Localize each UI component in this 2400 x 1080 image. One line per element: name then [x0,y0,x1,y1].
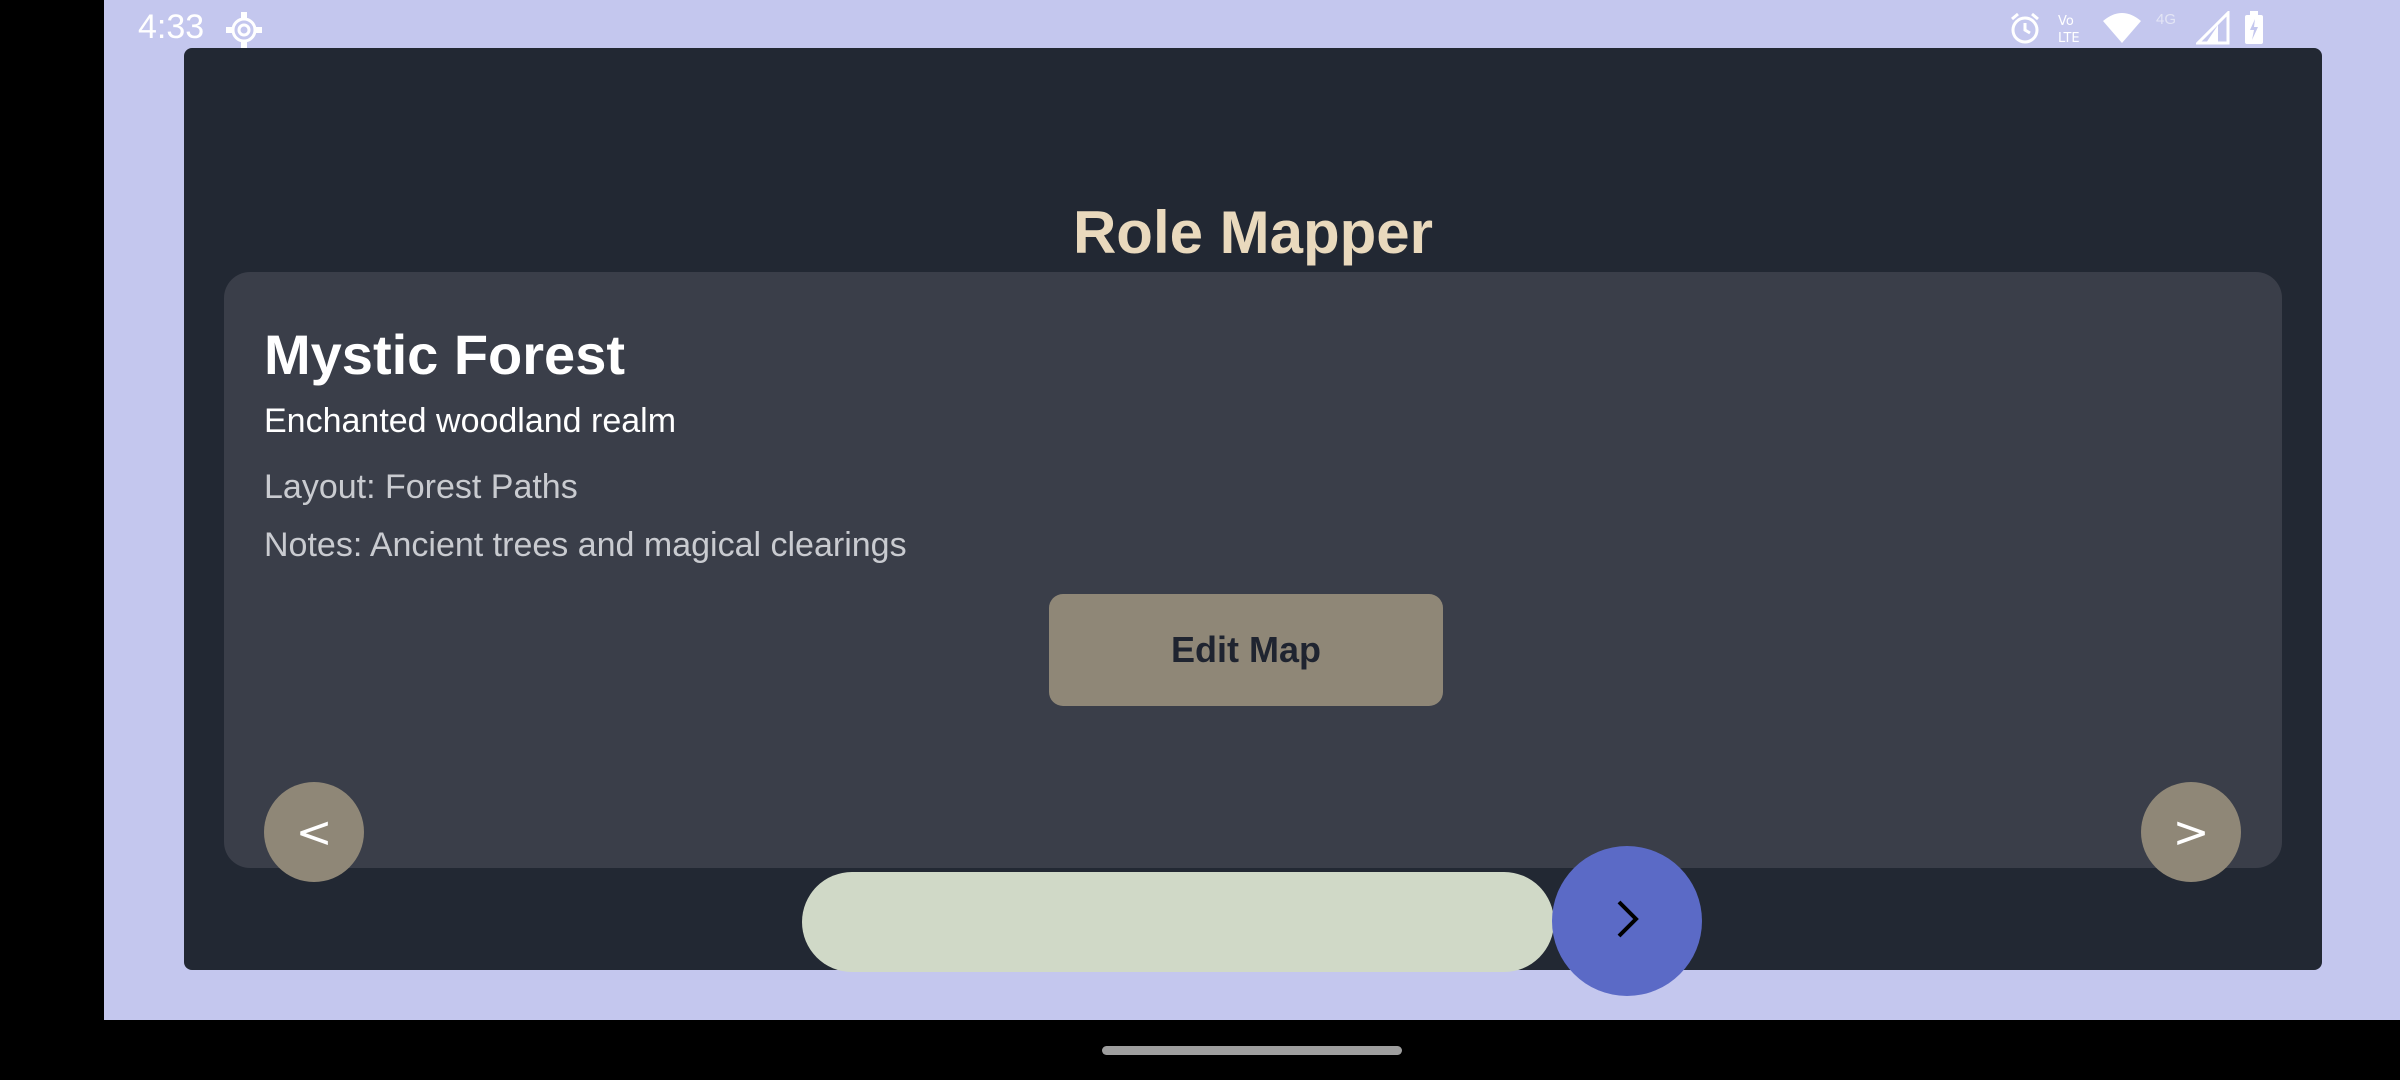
pill-input-field[interactable] [802,872,1554,972]
volte-icon: Vo LTE [2056,11,2088,45]
app-title: Role Mapper [1072,199,1434,266]
edit-map-button[interactable]: Edit Map [1049,594,1443,706]
map-layout: Layout: Forest Paths [264,468,578,506]
next-map-button[interactable]: > [2141,782,2241,882]
chevron-right-icon [1602,894,1652,949]
battery-icon [2244,11,2264,45]
gesture-handle[interactable] [1102,1046,1402,1055]
network-type-label: 4G [2156,11,2177,28]
svg-text:Vo: Vo [2058,14,2074,29]
app-card: Role Mapper Mystic Forest Enchanted wood… [184,48,2322,970]
map-notes: Notes: Ancient trees and magical clearin… [264,526,907,564]
forward-fab-button[interactable] [1552,846,1702,996]
left-black-bar [0,0,104,1080]
4g-icon: 4G [2156,11,2182,45]
wifi-icon [2102,11,2142,45]
settings-gear-icon [224,10,264,50]
map-description: Enchanted woodland realm [264,402,677,440]
status-time: 4:33 [138,8,205,46]
previous-map-button[interactable]: < [264,782,364,882]
alarm-icon [2008,11,2042,45]
svg-text:LTE: LTE [2058,31,2080,45]
signal-icon [2196,11,2230,45]
map-detail-panel: Mystic Forest Enchanted woodland realm L… [224,272,2282,868]
map-name: Mystic Forest [264,323,625,386]
